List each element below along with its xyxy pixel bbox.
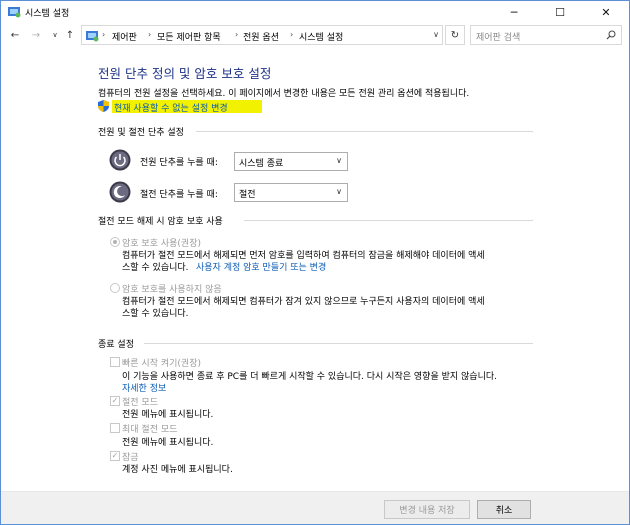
refresh-icon[interactable]: ↻ xyxy=(445,25,465,45)
require-password-radio[interactable] xyxy=(110,237,120,247)
section-label: 절전 모드 해제 시 암호 보호 사용 xyxy=(98,214,227,227)
power-button-action-select[interactable]: 시스템 종료 ∨ xyxy=(234,152,348,171)
page-title: 전원 단추 정의 및 암호 보호 설정 xyxy=(98,66,272,81)
control-panel-icon xyxy=(8,7,21,18)
sleep-button-icon xyxy=(109,181,131,203)
breadcrumb-all-items[interactable]: 모든 제어판 항목 xyxy=(157,30,221,43)
hibernate-menu-label: 최대 절전 모드 xyxy=(122,425,178,435)
page-description: 컴퓨터의 전원 설정을 선택하세요. 이 페이지에서 변경한 내용은 모든 전원… xyxy=(98,89,470,99)
breadcrumb-separator: › xyxy=(235,30,239,39)
sleep-button-action-select[interactable]: 절전 ∨ xyxy=(234,183,348,202)
window-title: 시스템 설정 xyxy=(25,9,70,19)
breadcrumb-system-settings[interactable]: 시스템 설정 xyxy=(299,30,343,43)
no-password-description: 스할 수 있습니다. xyxy=(122,309,189,319)
search-icon[interactable] xyxy=(606,30,616,40)
cancel-button[interactable]: 취소 xyxy=(477,500,531,519)
control-panel-icon xyxy=(86,31,99,42)
power-button-label: 전원 단추를 누를 때: xyxy=(140,158,218,168)
breadcrumb-separator: › xyxy=(102,30,106,39)
power-button-icon xyxy=(109,149,131,171)
section-label: 종료 설정 xyxy=(98,337,138,350)
uac-shield-icon xyxy=(98,100,109,112)
lock-menu-checkbox[interactable]: ✓ xyxy=(110,451,120,461)
minimize-button[interactable]: ─ xyxy=(491,1,537,23)
breadcrumb-control-panel[interactable]: 제어판 xyxy=(112,30,137,43)
chevron-down-icon: ∨ xyxy=(336,156,342,165)
hibernate-menu-description: 전원 메뉴에 표시됩니다. xyxy=(122,438,214,448)
learn-more-link[interactable]: 자세한 정보 xyxy=(122,381,166,394)
address-bar[interactable]: › 제어판 › 모든 제어판 항목 › 전원 옵션 › 시스템 설정 ∨ xyxy=(81,25,443,45)
navigation-bar: ← → ∨ ↑ › 제어판 › 모든 제어판 항목 › 전원 옵션 › 시스템 … xyxy=(1,23,629,49)
search-input[interactable]: 제어판 검색 xyxy=(476,30,520,43)
fast-startup-description: 이 기능을 사용하면 종료 후 PC를 더 빠르게 시작할 수 있습니다. 다시… xyxy=(122,372,497,382)
section-shutdown: 종료 설정 xyxy=(98,337,533,350)
section-buttons: 전원 및 절전 단추 설정 xyxy=(98,125,533,138)
breadcrumb-separator: › xyxy=(148,30,152,39)
save-changes-button[interactable]: 변경 내용 저장 xyxy=(384,500,470,519)
forward-arrow-icon[interactable]: → xyxy=(28,27,44,43)
sleep-menu-checkbox[interactable]: ✓ xyxy=(110,396,120,406)
search-box[interactable]: 제어판 검색 xyxy=(470,25,622,45)
divider xyxy=(144,343,533,344)
title-bar: 시스템 설정 ─ ☐ ✕ xyxy=(1,1,629,23)
close-button[interactable]: ✕ xyxy=(583,1,629,23)
back-arrow-icon[interactable]: ← xyxy=(7,27,23,43)
sleep-menu-description: 전원 메뉴에 표시됩니다. xyxy=(122,410,214,420)
fast-startup-label: 빠른 시작 켜기(권장) xyxy=(122,359,201,369)
user-account-password-link[interactable]: 사용자 계정 암호 만들기 또는 변경 xyxy=(196,260,326,273)
up-arrow-icon[interactable]: ↑ xyxy=(62,27,78,43)
fast-startup-checkbox[interactable] xyxy=(110,357,120,367)
breadcrumb-separator: › xyxy=(290,30,294,39)
lock-menu-description: 계정 사진 메뉴에 표시됩니다. xyxy=(122,465,233,475)
hibernate-menu-checkbox[interactable] xyxy=(110,423,120,433)
footer-bar: 변경 내용 저장 취소 xyxy=(1,491,629,524)
breadcrumb-power-options[interactable]: 전원 옵션 xyxy=(243,30,279,43)
section-password: 절전 모드 해제 시 암호 보호 사용 xyxy=(98,214,533,227)
section-label: 전원 및 절전 단추 설정 xyxy=(98,125,188,138)
chevron-down-icon: ∨ xyxy=(336,187,342,196)
recent-locations-icon[interactable]: ∨ xyxy=(47,27,63,43)
no-password-radio[interactable] xyxy=(110,283,120,293)
window: 시스템 설정 ─ ☐ ✕ ← → ∨ ↑ › 제어판 › 모든 제어판 항목 ›… xyxy=(0,0,630,525)
require-password-description: 스할 수 있습니다. xyxy=(122,263,189,273)
maximize-button[interactable]: ☐ xyxy=(537,1,583,23)
sleep-button-label: 절전 단추를 누를 때: xyxy=(140,190,218,200)
change-unavailable-settings-link[interactable]: 현재 사용할 수 없는 설정 변경 xyxy=(114,101,228,114)
chevron-down-icon[interactable]: ∨ xyxy=(433,30,439,39)
divider xyxy=(196,131,533,132)
divider xyxy=(244,220,533,221)
